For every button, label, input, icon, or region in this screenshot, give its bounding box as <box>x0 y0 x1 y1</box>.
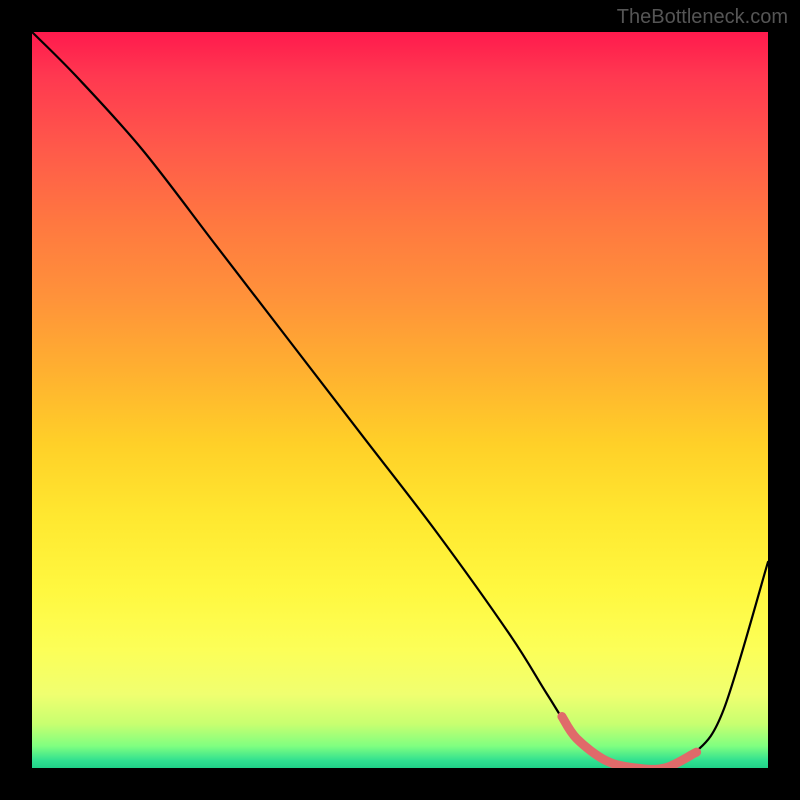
highlight-segment <box>562 716 697 768</box>
chart-svg <box>32 32 768 768</box>
watermark-text: TheBottleneck.com <box>617 6 788 29</box>
chart-plot-area <box>32 32 768 768</box>
bottleneck-curve-path <box>32 32 768 768</box>
